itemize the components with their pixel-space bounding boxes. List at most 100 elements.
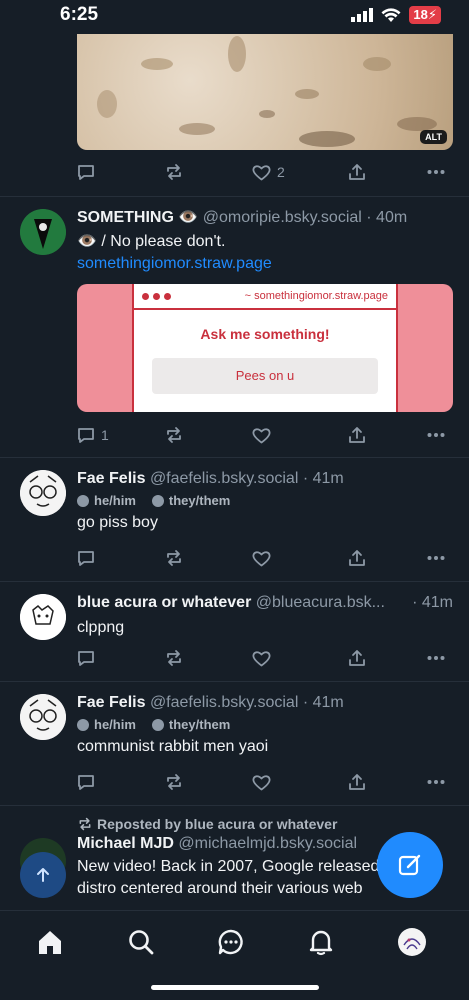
share-icon	[349, 427, 365, 443]
author-handle[interactable]: @faefelis.bsky.social · 41m	[150, 470, 344, 487]
like-button[interactable]: 2	[252, 160, 285, 184]
post-something[interactable]: SOMETHING 👁️ @omoripie.bsky.social · 40m…	[0, 197, 469, 458]
reply-icon	[78, 428, 94, 443]
avatar-image	[20, 694, 66, 740]
repost-indicator[interactable]: Reposted by blue acura or whatever	[77, 816, 453, 832]
tab-chat[interactable]	[216, 927, 246, 957]
avatar[interactable]	[20, 594, 66, 640]
share-button[interactable]	[348, 646, 366, 670]
repost-icon	[167, 427, 181, 443]
avatar[interactable]	[20, 209, 66, 255]
like-button[interactable]	[252, 546, 271, 570]
pronoun-icon	[151, 494, 164, 507]
repost-icon	[79, 817, 91, 831]
avatar[interactable]	[20, 694, 66, 740]
avatar[interactable]	[20, 470, 66, 516]
alt-badge[interactable]: ALT	[420, 130, 447, 144]
author-name[interactable]: SOMETHING 👁️	[77, 209, 198, 226]
repost-button[interactable]	[164, 423, 184, 447]
repost-button[interactable]	[164, 160, 184, 184]
reply-icon	[78, 551, 94, 566]
post-blue-acura[interactable]: blue acura or whatever @blueacura.bsk...…	[0, 582, 469, 682]
reply-button[interactable]	[77, 770, 95, 794]
author-handle[interactable]: @blueacura.bsk...	[256, 594, 385, 611]
author-handle[interactable]: @omoripie.bsky.social · 40m	[203, 209, 407, 226]
share-button[interactable]	[348, 546, 366, 570]
author-handle[interactable]: @faefelis.bsky.social · 41m	[150, 694, 344, 711]
repost-button[interactable]	[164, 646, 184, 670]
reply-count: 1	[101, 427, 109, 443]
post-link[interactable]: somethingiomor.straw.page	[77, 253, 453, 275]
repost-icon	[167, 550, 181, 566]
share-icon	[349, 164, 365, 180]
post-fae-felis[interactable]: Fae Felis @faefelis.bsky.social · 41m he…	[0, 682, 469, 806]
more-button[interactable]	[427, 160, 445, 184]
post-image-media[interactable]: ALT	[77, 34, 453, 150]
like-button[interactable]	[252, 646, 271, 670]
post-actions	[77, 646, 453, 670]
compose-icon	[398, 854, 421, 876]
post-text: clppng	[77, 619, 125, 636]
post-header: SOMETHING 👁️ @omoripie.bsky.social · 40m	[77, 208, 453, 228]
pronoun-list: he/him they/them	[77, 717, 453, 732]
compose-button[interactable]	[377, 832, 443, 898]
post-text: go piss boy	[77, 514, 158, 531]
avatar-image	[20, 209, 66, 255]
home-icon	[39, 931, 61, 954]
author-name[interactable]: Fae Felis	[77, 694, 145, 711]
avatar-image	[20, 470, 66, 516]
post-header: blue acura or whatever @blueacura.bsk...…	[77, 593, 453, 613]
author-handle[interactable]: @michaelmjd.bsky.social	[178, 835, 357, 852]
share-button[interactable]	[348, 423, 366, 447]
link-card[interactable]: ~ somethingiomor.straw.page Ask me somet…	[77, 284, 453, 412]
home-indicator	[151, 985, 319, 990]
reply-icon	[78, 651, 94, 666]
more-icon	[427, 556, 445, 560]
reply-button[interactable]: 1	[77, 423, 109, 447]
pronoun-tag: they/them	[151, 717, 230, 732]
pronoun-list: he/him they/them	[77, 493, 453, 508]
reply-button[interactable]	[77, 546, 95, 570]
scroll-to-top-button[interactable]	[20, 852, 66, 898]
share-button[interactable]	[348, 770, 366, 794]
pronoun-tag: he/him	[77, 493, 136, 508]
author-name[interactable]: Fae Felis	[77, 470, 145, 487]
author-name[interactable]: blue acura or whatever	[77, 594, 251, 611]
more-button[interactable]	[427, 646, 445, 670]
tab-profile[interactable]	[397, 927, 427, 957]
tab-notifications[interactable]	[306, 927, 336, 957]
post-text: 👁️ / No please don't.	[77, 233, 226, 250]
repost-button[interactable]	[164, 770, 184, 794]
repost-button[interactable]	[164, 546, 184, 570]
share-button[interactable]	[348, 160, 366, 184]
pronoun-icon	[151, 718, 164, 731]
tab-home[interactable]	[35, 927, 65, 957]
share-icon	[349, 650, 365, 666]
heart-icon	[252, 164, 271, 180]
more-button[interactable]	[427, 546, 445, 570]
more-icon	[427, 170, 445, 174]
like-button[interactable]	[252, 770, 271, 794]
more-button[interactable]	[427, 423, 445, 447]
post-fae-felis[interactable]: Fae Felis @faefelis.bsky.social · 41m he…	[0, 458, 469, 582]
author-name[interactable]: Michael MJD	[77, 835, 174, 852]
card-url: ~ somethingiomor.straw.page	[244, 290, 388, 302]
post-actions	[77, 546, 453, 570]
chat-icon	[218, 929, 243, 955]
reply-button[interactable]	[77, 160, 95, 184]
more-icon	[427, 656, 445, 660]
more-button[interactable]	[427, 770, 445, 794]
heart-icon	[252, 650, 271, 666]
like-button[interactable]	[252, 423, 271, 447]
post-time: · 41m	[412, 594, 453, 611]
reply-button[interactable]	[77, 646, 95, 670]
card-button: Pees on u	[152, 358, 378, 394]
pronoun-icon	[77, 494, 89, 507]
post-image[interactable]: ALT 2	[0, 0, 469, 197]
heart-icon	[252, 427, 271, 443]
card-title: Ask me something!	[200, 326, 330, 342]
image-texture	[97, 36, 437, 147]
pronoun-tag: they/them	[151, 493, 230, 508]
post-header: Fae Felis @faefelis.bsky.social · 41m	[77, 469, 453, 489]
tab-search[interactable]	[126, 927, 156, 957]
